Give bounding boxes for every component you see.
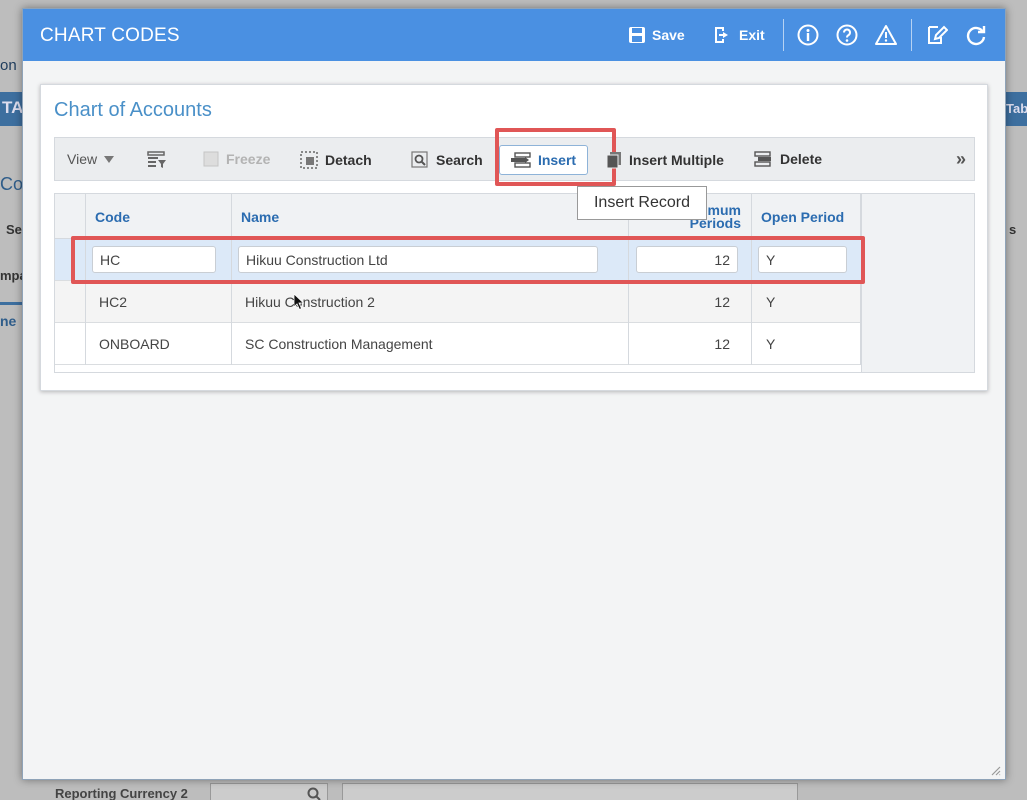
save-button[interactable]: Save <box>628 23 685 47</box>
insert-record-tooltip: Insert Record <box>577 186 707 220</box>
detach-button[interactable]: Detach <box>300 151 372 169</box>
chart-codes-modal: CHART CODES Save Exit Chart of Accounts <box>22 8 1006 780</box>
cell-max-periods: 12 <box>629 323 752 365</box>
search-icon <box>307 787 321 800</box>
reporting-currency-label: Reporting Currency 2 <box>55 786 188 800</box>
row-selector-header <box>55 194 86 239</box>
info-icon[interactable] <box>796 23 820 47</box>
resize-grip-icon[interactable] <box>989 763 1001 776</box>
exit-button[interactable]: Exit <box>713 23 765 47</box>
column-header-open-period[interactable]: Open Period <box>752 194 861 239</box>
row-highlight-box <box>71 236 865 284</box>
mouse-cursor-icon <box>293 293 305 313</box>
cell-code: HC2 <box>86 281 232 323</box>
bg-tab-underline <box>0 302 22 305</box>
modal-header: CHART CODES Save Exit <box>23 9 1005 61</box>
warning-icon[interactable] <box>874 23 898 47</box>
cell-max-periods: 12 <box>629 281 752 323</box>
edit-form-icon[interactable] <box>925 23 949 47</box>
bg-fragment: Tab <box>1006 92 1027 126</box>
bg-fragment: TA <box>0 92 23 126</box>
refresh-icon[interactable] <box>964 23 988 47</box>
reporting-currency-input <box>210 783 328 800</box>
cell-name: SC Construction Management <box>232 323 629 365</box>
insert-multiple-button[interactable]: Insert Multiple <box>606 151 724 169</box>
grid-toolbar: View Freeze Detach Search Insert Insert … <box>54 128 975 186</box>
bg-fragment: Se <box>6 222 22 237</box>
grid-empty-area <box>861 194 974 372</box>
help-icon[interactable] <box>835 23 859 47</box>
cell-code: ONBOARD <box>86 323 232 365</box>
chevron-down-icon <box>104 155 115 163</box>
view-menu[interactable]: View <box>67 151 115 167</box>
bg-fragment: s <box>1009 222 1017 237</box>
table-row[interactable]: ONBOARD SC Construction Management 12 Y <box>55 323 861 365</box>
reporting-currency-description <box>342 783 798 800</box>
insert-highlight-box <box>495 128 616 186</box>
save-icon <box>629 27 645 43</box>
freeze-button[interactable]: Freeze <box>203 151 270 167</box>
column-filter-icon <box>147 151 166 168</box>
header-separator <box>783 19 784 51</box>
insert-multiple-icon <box>606 152 621 169</box>
panel-title: Chart of Accounts <box>54 99 212 121</box>
table-row[interactable]: HC2 Hikuu Construction 2 12 Y <box>55 281 861 323</box>
filter-columns-button[interactable] <box>147 151 167 169</box>
bg-fragment: on <box>0 57 17 74</box>
search-icon <box>411 151 428 168</box>
column-header-name[interactable]: Name <box>232 194 629 239</box>
row-selector[interactable] <box>55 323 86 365</box>
modal-title: CHART CODES <box>40 25 180 46</box>
delete-row-icon <box>754 151 771 167</box>
row-selector[interactable] <box>55 281 86 323</box>
grid-header: Code Name mum Periods Open Period <box>55 194 861 239</box>
more-options-icon[interactable]: » <box>956 149 966 170</box>
cell-open-period: Y <box>752 323 861 365</box>
exit-icon <box>715 27 728 43</box>
cell-open-period: Y <box>752 281 861 323</box>
freeze-icon <box>203 151 219 167</box>
search-button[interactable]: Search <box>411 151 483 169</box>
header-separator <box>911 19 912 51</box>
bg-fragment: ne <box>0 313 17 329</box>
column-header-code[interactable]: Code <box>86 194 232 239</box>
delete-button[interactable]: Delete <box>753 151 822 167</box>
detach-icon <box>300 151 318 169</box>
bg-fragment: Co <box>0 174 24 194</box>
cell-name: Hikuu Construction 2 <box>232 281 629 323</box>
